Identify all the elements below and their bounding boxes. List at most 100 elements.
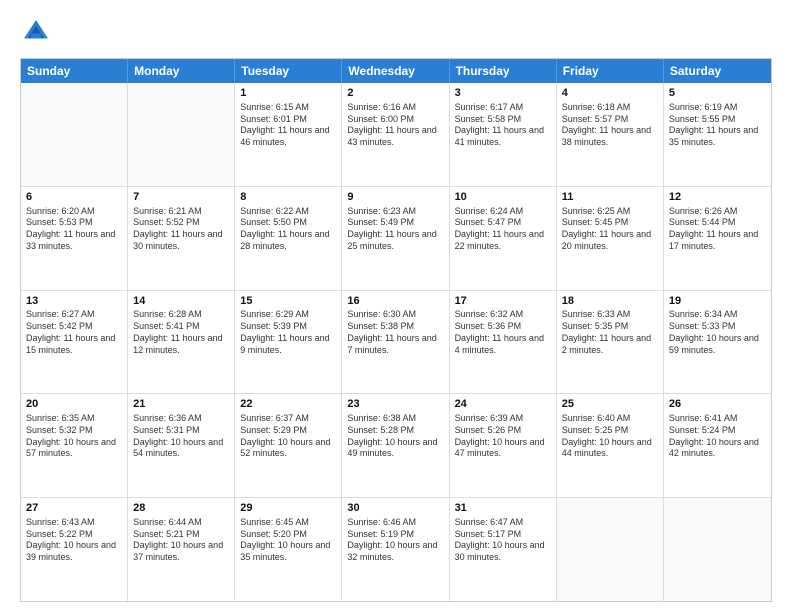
day-number: 11 [562, 190, 658, 205]
day-number: 16 [347, 294, 443, 309]
calendar-cell: 17Sunrise: 6:32 AMSunset: 5:36 PMDayligh… [450, 291, 557, 394]
cell-info: Sunrise: 6:37 AMSunset: 5:29 PMDaylight:… [240, 413, 336, 460]
cell-info: Sunrise: 6:41 AMSunset: 5:24 PMDaylight:… [669, 413, 766, 460]
cell-info: Sunrise: 6:24 AMSunset: 5:47 PMDaylight:… [455, 206, 551, 253]
calendar-cell: 18Sunrise: 6:33 AMSunset: 5:35 PMDayligh… [557, 291, 664, 394]
header [20, 16, 772, 48]
calendar-cell: 6Sunrise: 6:20 AMSunset: 5:53 PMDaylight… [21, 187, 128, 290]
calendar-body: 1Sunrise: 6:15 AMSunset: 6:01 PMDaylight… [21, 83, 771, 601]
cell-info: Sunrise: 6:39 AMSunset: 5:26 PMDaylight:… [455, 413, 551, 460]
cell-info: Sunrise: 6:26 AMSunset: 5:44 PMDaylight:… [669, 206, 766, 253]
calendar-cell: 1Sunrise: 6:15 AMSunset: 6:01 PMDaylight… [235, 83, 342, 186]
day-number: 1 [240, 86, 336, 101]
day-number: 3 [455, 86, 551, 101]
day-number: 13 [26, 294, 122, 309]
day-number: 2 [347, 86, 443, 101]
calendar-cell: 23Sunrise: 6:38 AMSunset: 5:28 PMDayligh… [342, 394, 449, 497]
day-number: 18 [562, 294, 658, 309]
calendar-cell: 7Sunrise: 6:21 AMSunset: 5:52 PMDaylight… [128, 187, 235, 290]
cell-info: Sunrise: 6:46 AMSunset: 5:19 PMDaylight:… [347, 517, 443, 564]
cell-info: Sunrise: 6:16 AMSunset: 6:00 PMDaylight:… [347, 102, 443, 149]
day-number: 31 [455, 501, 551, 516]
weekday-header: Monday [128, 59, 235, 83]
day-number: 30 [347, 501, 443, 516]
cell-info: Sunrise: 6:38 AMSunset: 5:28 PMDaylight:… [347, 413, 443, 460]
calendar-cell: 21Sunrise: 6:36 AMSunset: 5:31 PMDayligh… [128, 394, 235, 497]
cell-info: Sunrise: 6:45 AMSunset: 5:20 PMDaylight:… [240, 517, 336, 564]
calendar-cell: 9Sunrise: 6:23 AMSunset: 5:49 PMDaylight… [342, 187, 449, 290]
logo [20, 16, 56, 48]
calendar-cell: 24Sunrise: 6:39 AMSunset: 5:26 PMDayligh… [450, 394, 557, 497]
cell-info: Sunrise: 6:21 AMSunset: 5:52 PMDaylight:… [133, 206, 229, 253]
cell-info: Sunrise: 6:25 AMSunset: 5:45 PMDaylight:… [562, 206, 658, 253]
weekday-header: Thursday [450, 59, 557, 83]
calendar-cell: 22Sunrise: 6:37 AMSunset: 5:29 PMDayligh… [235, 394, 342, 497]
calendar-cell: 2Sunrise: 6:16 AMSunset: 6:00 PMDaylight… [342, 83, 449, 186]
calendar-cell: 28Sunrise: 6:44 AMSunset: 5:21 PMDayligh… [128, 498, 235, 601]
calendar-cell: 30Sunrise: 6:46 AMSunset: 5:19 PMDayligh… [342, 498, 449, 601]
day-number: 28 [133, 501, 229, 516]
day-number: 29 [240, 501, 336, 516]
calendar-row: 6Sunrise: 6:20 AMSunset: 5:53 PMDaylight… [21, 187, 771, 291]
day-number: 12 [669, 190, 766, 205]
weekday-header: Wednesday [342, 59, 449, 83]
calendar-cell: 29Sunrise: 6:45 AMSunset: 5:20 PMDayligh… [235, 498, 342, 601]
calendar-cell: 13Sunrise: 6:27 AMSunset: 5:42 PMDayligh… [21, 291, 128, 394]
cell-info: Sunrise: 6:32 AMSunset: 5:36 PMDaylight:… [455, 309, 551, 356]
day-number: 20 [26, 397, 122, 412]
calendar-cell: 4Sunrise: 6:18 AMSunset: 5:57 PMDaylight… [557, 83, 664, 186]
day-number: 6 [26, 190, 122, 205]
cell-info: Sunrise: 6:43 AMSunset: 5:22 PMDaylight:… [26, 517, 122, 564]
calendar-cell: 27Sunrise: 6:43 AMSunset: 5:22 PMDayligh… [21, 498, 128, 601]
day-number: 5 [669, 86, 766, 101]
day-number: 9 [347, 190, 443, 205]
calendar-row: 20Sunrise: 6:35 AMSunset: 5:32 PMDayligh… [21, 394, 771, 498]
day-number: 15 [240, 294, 336, 309]
calendar-cell: 25Sunrise: 6:40 AMSunset: 5:25 PMDayligh… [557, 394, 664, 497]
cell-info: Sunrise: 6:30 AMSunset: 5:38 PMDaylight:… [347, 309, 443, 356]
cell-info: Sunrise: 6:15 AMSunset: 6:01 PMDaylight:… [240, 102, 336, 149]
day-number: 4 [562, 86, 658, 101]
calendar-cell: 5Sunrise: 6:19 AMSunset: 5:55 PMDaylight… [664, 83, 771, 186]
weekday-header: Saturday [664, 59, 771, 83]
day-number: 14 [133, 294, 229, 309]
calendar-cell: 20Sunrise: 6:35 AMSunset: 5:32 PMDayligh… [21, 394, 128, 497]
cell-info: Sunrise: 6:36 AMSunset: 5:31 PMDaylight:… [133, 413, 229, 460]
calendar-cell: 10Sunrise: 6:24 AMSunset: 5:47 PMDayligh… [450, 187, 557, 290]
logo-icon [20, 16, 52, 48]
calendar-cell: 16Sunrise: 6:30 AMSunset: 5:38 PMDayligh… [342, 291, 449, 394]
day-number: 10 [455, 190, 551, 205]
day-number: 17 [455, 294, 551, 309]
cell-info: Sunrise: 6:35 AMSunset: 5:32 PMDaylight:… [26, 413, 122, 460]
weekday-header: Tuesday [235, 59, 342, 83]
weekday-header: Friday [557, 59, 664, 83]
cell-info: Sunrise: 6:22 AMSunset: 5:50 PMDaylight:… [240, 206, 336, 253]
day-number: 27 [26, 501, 122, 516]
cell-info: Sunrise: 6:40 AMSunset: 5:25 PMDaylight:… [562, 413, 658, 460]
day-number: 24 [455, 397, 551, 412]
calendar-cell [664, 498, 771, 601]
day-number: 23 [347, 397, 443, 412]
cell-info: Sunrise: 6:20 AMSunset: 5:53 PMDaylight:… [26, 206, 122, 253]
calendar-cell: 15Sunrise: 6:29 AMSunset: 5:39 PMDayligh… [235, 291, 342, 394]
calendar-cell [128, 83, 235, 186]
calendar-row: 27Sunrise: 6:43 AMSunset: 5:22 PMDayligh… [21, 498, 771, 601]
cell-info: Sunrise: 6:47 AMSunset: 5:17 PMDaylight:… [455, 517, 551, 564]
calendar-cell: 11Sunrise: 6:25 AMSunset: 5:45 PMDayligh… [557, 187, 664, 290]
day-number: 19 [669, 294, 766, 309]
calendar-cell: 3Sunrise: 6:17 AMSunset: 5:58 PMDaylight… [450, 83, 557, 186]
calendar-cell: 14Sunrise: 6:28 AMSunset: 5:41 PMDayligh… [128, 291, 235, 394]
day-number: 21 [133, 397, 229, 412]
calendar-cell: 8Sunrise: 6:22 AMSunset: 5:50 PMDaylight… [235, 187, 342, 290]
cell-info: Sunrise: 6:17 AMSunset: 5:58 PMDaylight:… [455, 102, 551, 149]
calendar-cell [21, 83, 128, 186]
cell-info: Sunrise: 6:44 AMSunset: 5:21 PMDaylight:… [133, 517, 229, 564]
calendar-cell [557, 498, 664, 601]
cell-info: Sunrise: 6:23 AMSunset: 5:49 PMDaylight:… [347, 206, 443, 253]
day-number: 26 [669, 397, 766, 412]
cell-info: Sunrise: 6:29 AMSunset: 5:39 PMDaylight:… [240, 309, 336, 356]
calendar-cell: 19Sunrise: 6:34 AMSunset: 5:33 PMDayligh… [664, 291, 771, 394]
cell-info: Sunrise: 6:18 AMSunset: 5:57 PMDaylight:… [562, 102, 658, 149]
calendar-row: 1Sunrise: 6:15 AMSunset: 6:01 PMDaylight… [21, 83, 771, 187]
cell-info: Sunrise: 6:34 AMSunset: 5:33 PMDaylight:… [669, 309, 766, 356]
